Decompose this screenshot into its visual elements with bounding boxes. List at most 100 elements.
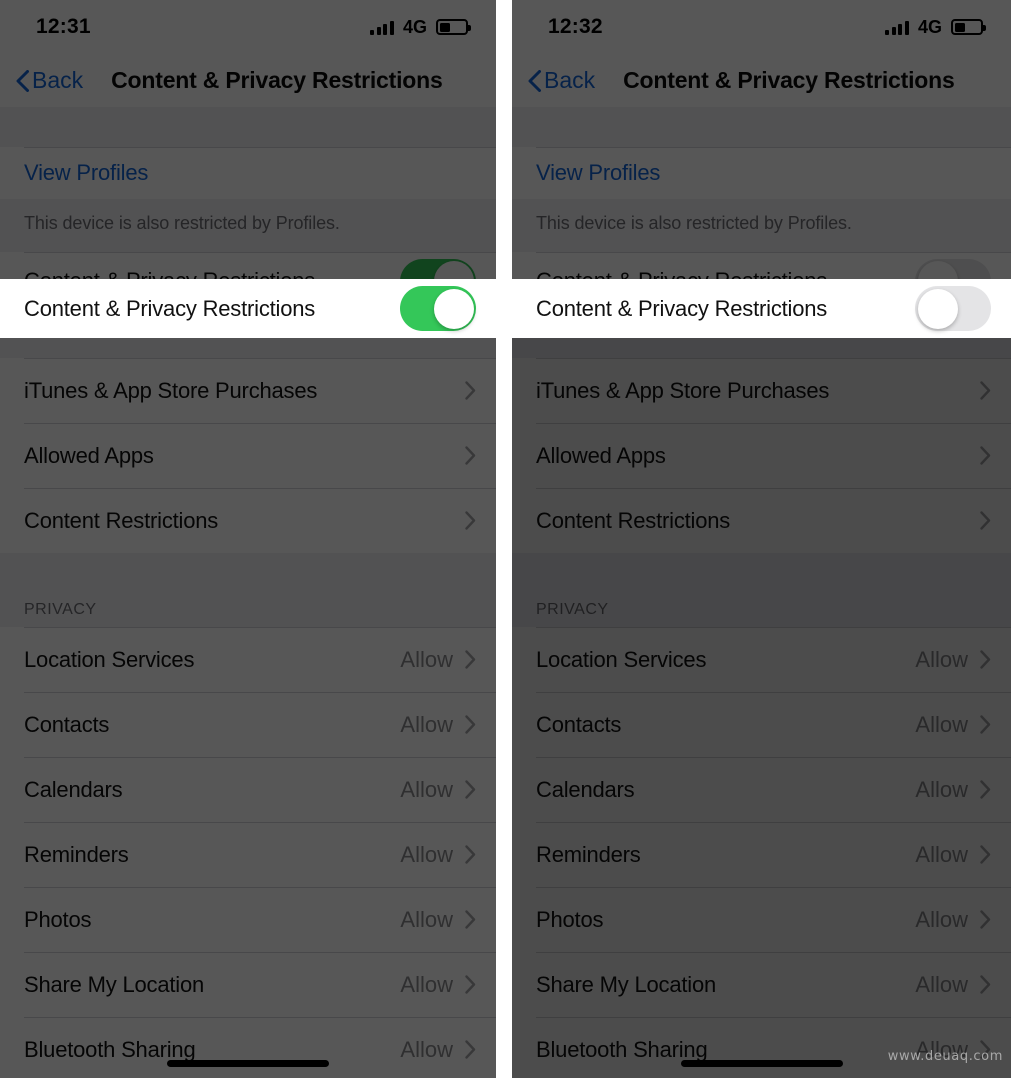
chevron-left-icon (528, 69, 541, 92)
reminders-value: Allow (400, 841, 453, 867)
list-item[interactable]: iTunes & App Store Purchases (512, 358, 1011, 423)
reminders-label: Reminders (536, 841, 641, 867)
chevron-right-icon (980, 511, 991, 530)
photos-value: Allow (400, 906, 453, 932)
contacts-label: Contacts (536, 711, 622, 737)
photos-label: Photos (24, 906, 92, 932)
content-privacy-restrictions-toggle[interactable] (915, 286, 991, 331)
ios-settings-screen: 12:31 4G Back Content & Privacy Restrict… (0, 0, 496, 1078)
row-accessory: Allow (400, 907, 476, 933)
row-accessory: Allow (915, 972, 991, 998)
row-accessory: Allow (400, 972, 476, 998)
page-title: Content & Privacy Restrictions (623, 67, 955, 93)
list-item[interactable]: Photos Allow (512, 887, 1011, 952)
calendars-value: Allow (915, 776, 968, 802)
row-separator (24, 692, 496, 693)
privacy-section-header: PRIVACY (0, 553, 496, 627)
list-item[interactable]: Location Services Allow (512, 627, 1011, 692)
row-accessory: Allow (400, 647, 476, 673)
network-type-label: 4G (917, 16, 942, 37)
status-indicators: 4G (885, 16, 986, 38)
chevron-right-icon (980, 715, 991, 734)
chevron-right-icon (465, 511, 476, 530)
highlighted-row-label: Content & Privacy Restrictions (536, 295, 828, 321)
phone-screenshot-left: 12:31 4G Back Content & Privacy Restrict… (0, 0, 496, 1078)
row-separator (536, 822, 1011, 823)
list-item[interactable]: Contacts Allow (0, 692, 496, 757)
status-indicators: 4G (370, 17, 471, 38)
battery-icon (951, 19, 986, 35)
list-item[interactable]: Allowed Apps (0, 423, 496, 488)
share-my-location-label: Share My Location (536, 971, 717, 997)
back-button[interactable]: Back (528, 67, 595, 94)
list-item[interactable]: Bluetooth Sharing Allow (0, 1017, 496, 1078)
list-item[interactable]: Reminders Allow (0, 822, 496, 887)
highlighted-content-privacy-row[interactable]: Content & Privacy Restrictions (0, 279, 496, 338)
view-profiles-row[interactable]: View Profiles (0, 147, 496, 199)
row-accessory: Allow (915, 842, 991, 868)
location-services-label: Location Services (536, 646, 707, 672)
row-separator (536, 952, 1011, 953)
chevron-right-icon (465, 1040, 476, 1059)
view-profiles-row[interactable]: View Profiles (512, 147, 1011, 199)
row-accessory (465, 381, 476, 400)
list-item[interactable]: Calendars Allow (0, 757, 496, 822)
contacts-label: Contacts (24, 711, 110, 737)
back-button[interactable]: Back (16, 67, 83, 94)
content-restrictions-label: Content Restrictions (24, 507, 219, 533)
list-item[interactable]: Bluetooth Sharing Allow (512, 1017, 1011, 1078)
row-accessory (465, 511, 476, 530)
calendars-value: Allow (400, 776, 453, 802)
list-item[interactable]: Share My Location Allow (512, 952, 1011, 1017)
row-separator (24, 252, 496, 253)
list-item[interactable]: Content Restrictions (0, 488, 496, 553)
row-separator (536, 692, 1011, 693)
row-separator (24, 952, 496, 953)
row-separator (536, 887, 1011, 888)
cellular-signal-icon (370, 20, 394, 35)
chevron-right-icon (465, 381, 476, 400)
cellular-signal-icon (885, 20, 909, 35)
list-item[interactable]: Reminders Allow (512, 822, 1011, 887)
row-accessory: Allow (915, 712, 991, 738)
row-accessory (980, 511, 991, 530)
list-item[interactable]: iTunes & App Store Purchases (0, 358, 496, 423)
highlighted-content-privacy-row[interactable]: Content & Privacy Restrictions (512, 279, 1011, 338)
chevron-right-icon (980, 381, 991, 400)
row-separator (536, 423, 1011, 424)
itunes-app-store-purchases-label: iTunes & App Store Purchases (24, 377, 318, 403)
chevron-right-icon (980, 845, 991, 864)
list-item[interactable]: Photos Allow (0, 887, 496, 952)
chevron-left-icon (16, 69, 29, 92)
site-watermark: www.deuaq.com (887, 1049, 1003, 1064)
photos-label: Photos (536, 906, 604, 932)
row-accessory: Allow (400, 712, 476, 738)
chevron-right-icon (465, 975, 476, 994)
share-my-location-value: Allow (400, 971, 453, 997)
chevron-right-icon (980, 650, 991, 669)
row-separator (24, 423, 496, 424)
list-item[interactable]: Share My Location Allow (0, 952, 496, 1017)
profiles-footnote: This device is also restricted by Profil… (0, 199, 496, 252)
chevron-right-icon (465, 715, 476, 734)
view-profiles-label: View Profiles (536, 160, 661, 185)
highlighted-row-label: Content & Privacy Restrictions (24, 295, 316, 321)
row-separator (536, 757, 1011, 758)
calendars-label: Calendars (24, 776, 123, 802)
bluetooth-sharing-label: Bluetooth Sharing (536, 1036, 708, 1062)
location-services-value: Allow (915, 646, 968, 672)
list-item[interactable]: Calendars Allow (512, 757, 1011, 822)
row-accessory: Allow (915, 647, 991, 673)
ios-settings-screen: 12:32 4G Back Content & Privacy Restrict… (512, 0, 1011, 1078)
chevron-right-icon (980, 446, 991, 465)
navigation-bar: Back Content & Privacy Restrictions (0, 54, 496, 107)
list-item[interactable]: Content Restrictions (512, 488, 1011, 553)
contacts-value: Allow (915, 711, 968, 737)
calendars-label: Calendars (536, 776, 635, 802)
content-privacy-restrictions-toggle[interactable] (400, 286, 476, 331)
list-item[interactable]: Location Services Allow (0, 627, 496, 692)
list-item[interactable]: Contacts Allow (512, 692, 1011, 757)
chevron-right-icon (465, 650, 476, 669)
row-separator (536, 358, 1011, 359)
list-item[interactable]: Allowed Apps (512, 423, 1011, 488)
